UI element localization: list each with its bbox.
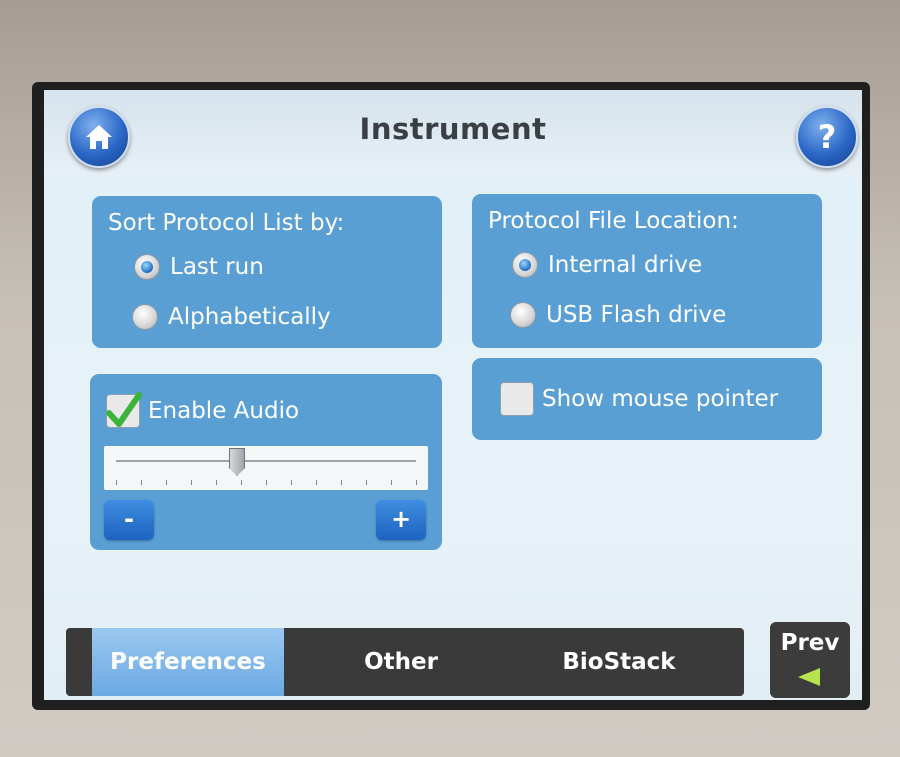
show-mouse-pointer-label: Show mouse pointer <box>542 386 779 412</box>
slider-tick <box>266 480 267 485</box>
slider-tick <box>341 480 342 485</box>
help-icon: ? <box>817 118 837 156</box>
slider-tick <box>241 480 242 485</box>
radio-button-selected[interactable] <box>134 254 160 280</box>
radio-button-selected[interactable] <box>512 252 538 278</box>
enable-audio-label: Enable Audio <box>148 398 300 424</box>
sort-protocol-title: Sort Protocol List by: <box>108 210 345 236</box>
radio-button[interactable] <box>132 304 158 330</box>
checkmark-icon <box>106 392 142 427</box>
slider-tick <box>316 480 317 485</box>
prev-button[interactable]: Prev <box>770 622 850 698</box>
tab-biostack[interactable]: BioStack <box>524 628 714 696</box>
sort-protocol-panel: Sort Protocol List by: Last run Alphabet… <box>92 196 442 348</box>
enable-audio-checkbox[interactable] <box>106 392 142 428</box>
slider-tick <box>416 480 417 485</box>
sort-option-alphabetically[interactable]: Alphabetically <box>132 304 331 330</box>
prev-button-label: Prev <box>780 630 840 656</box>
enable-audio-toggle[interactable]: Enable Audio <box>106 392 300 428</box>
left-arrow-icon <box>798 668 820 686</box>
location-option-usb[interactable]: USB Flash drive <box>510 302 726 328</box>
volume-slider-thumb[interactable] <box>229 448 245 476</box>
volume-slider-track <box>116 460 416 462</box>
sort-option-label: Alphabetically <box>168 304 331 330</box>
touch-screen: Instrument ? Sort Protocol List by: Last… <box>44 90 862 700</box>
sort-option-last-run[interactable]: Last run <box>134 254 264 280</box>
slider-tick <box>216 480 217 485</box>
sort-option-label: Last run <box>170 254 264 280</box>
volume-slider[interactable] <box>104 446 428 490</box>
slider-tick <box>191 480 192 485</box>
slider-tick <box>116 480 117 485</box>
location-option-label: Internal drive <box>548 252 703 278</box>
show-mouse-pointer-checkbox[interactable] <box>500 382 534 416</box>
location-option-internal[interactable]: Internal drive <box>512 252 702 278</box>
location-option-label: USB Flash drive <box>546 302 727 328</box>
title-bar: Instrument ? <box>44 90 862 178</box>
file-location-panel: Protocol File Location: Internal drive U… <box>472 194 822 348</box>
volume-decrease-button[interactable]: - <box>104 500 154 540</box>
page-title: Instrument <box>359 112 547 146</box>
radio-button[interactable] <box>510 302 536 328</box>
slider-tick <box>391 480 392 485</box>
slider-tick <box>141 480 142 485</box>
tab-preferences[interactable]: Preferences <box>92 628 284 696</box>
file-location-title: Protocol File Location: <box>488 208 739 234</box>
slider-tick <box>166 480 167 485</box>
tab-other[interactable]: Other <box>316 628 486 696</box>
tab-bar: Preferences Other BioStack <box>66 628 744 696</box>
help-button[interactable]: ? <box>796 106 858 168</box>
mouse-pointer-panel: Show mouse pointer <box>472 358 822 440</box>
slider-tick <box>291 480 292 485</box>
show-mouse-pointer-toggle[interactable]: Show mouse pointer <box>500 382 778 416</box>
volume-increase-button[interactable]: + <box>376 500 426 540</box>
audio-panel: Enable Audio - + <box>90 374 442 550</box>
slider-tick <box>366 480 367 485</box>
